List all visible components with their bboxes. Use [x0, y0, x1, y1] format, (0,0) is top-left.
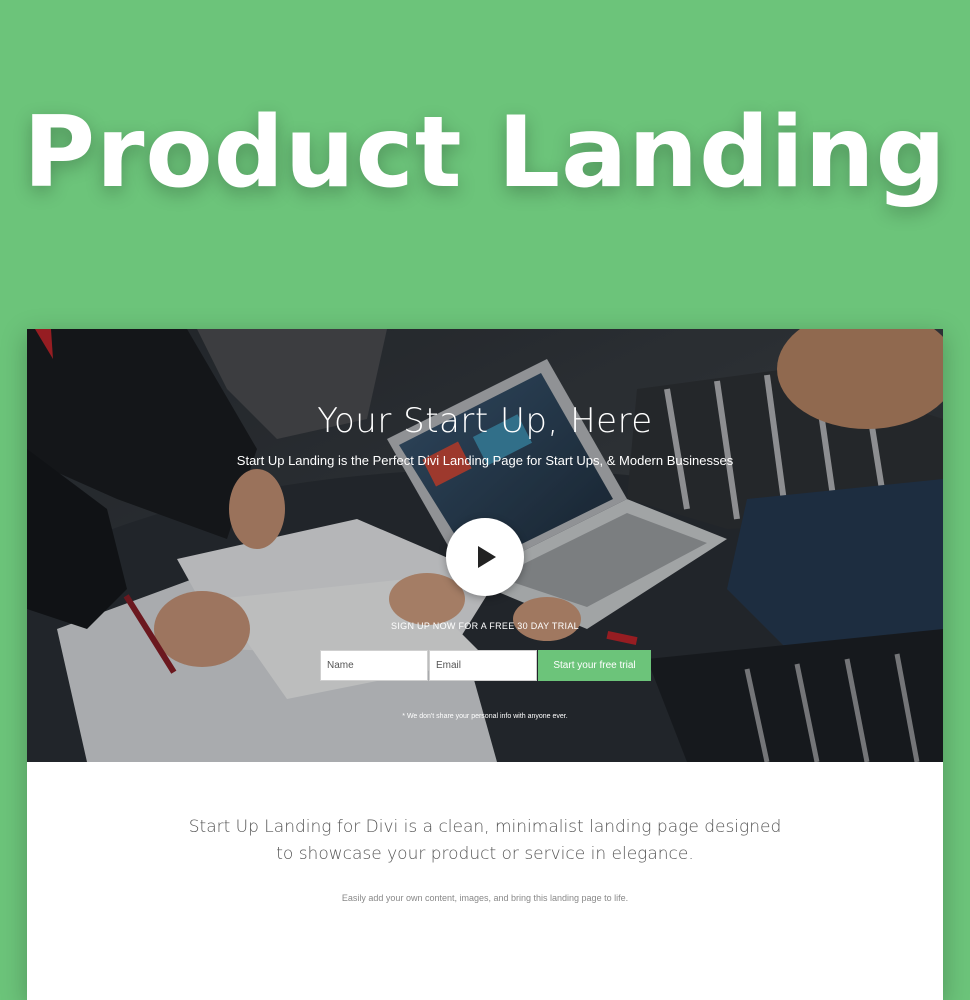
intro-text: Start Up Landing for Divi is a clean, mi…	[188, 817, 782, 865]
sub-text: Easily add your own content, images, and…	[341, 893, 629, 903]
name-input[interactable]	[320, 650, 428, 681]
intro-section: Start Up Landing for Divi is a clean, mi…	[27, 762, 943, 1000]
page: Product Landing Your Start Up, Here Star…	[0, 0, 970, 1000]
signup-caption: SIGN UP NOW FOR A FREE 30 DAY TRIAL	[391, 621, 579, 631]
start-free-trial-button[interactable]: Start your free trial	[538, 650, 651, 681]
landing-page-preview: Your Start Up, Here Start Up Landing is …	[27, 329, 943, 1000]
hero-title: Your Start Up, Here	[317, 401, 653, 441]
hero-section: Your Start Up, Here Start Up Landing is …	[27, 329, 943, 762]
privacy-note: * We don't share your personal info with…	[402, 713, 568, 720]
banner-title: Product Landing	[23, 96, 947, 210]
signup-form: Start your free trial	[320, 650, 651, 681]
hero-subtitle: Start Up Landing is the Perfect Divi Lan…	[236, 453, 734, 468]
play-video-button[interactable]	[446, 518, 524, 596]
play-icon	[478, 546, 496, 568]
email-input[interactable]	[429, 650, 537, 681]
